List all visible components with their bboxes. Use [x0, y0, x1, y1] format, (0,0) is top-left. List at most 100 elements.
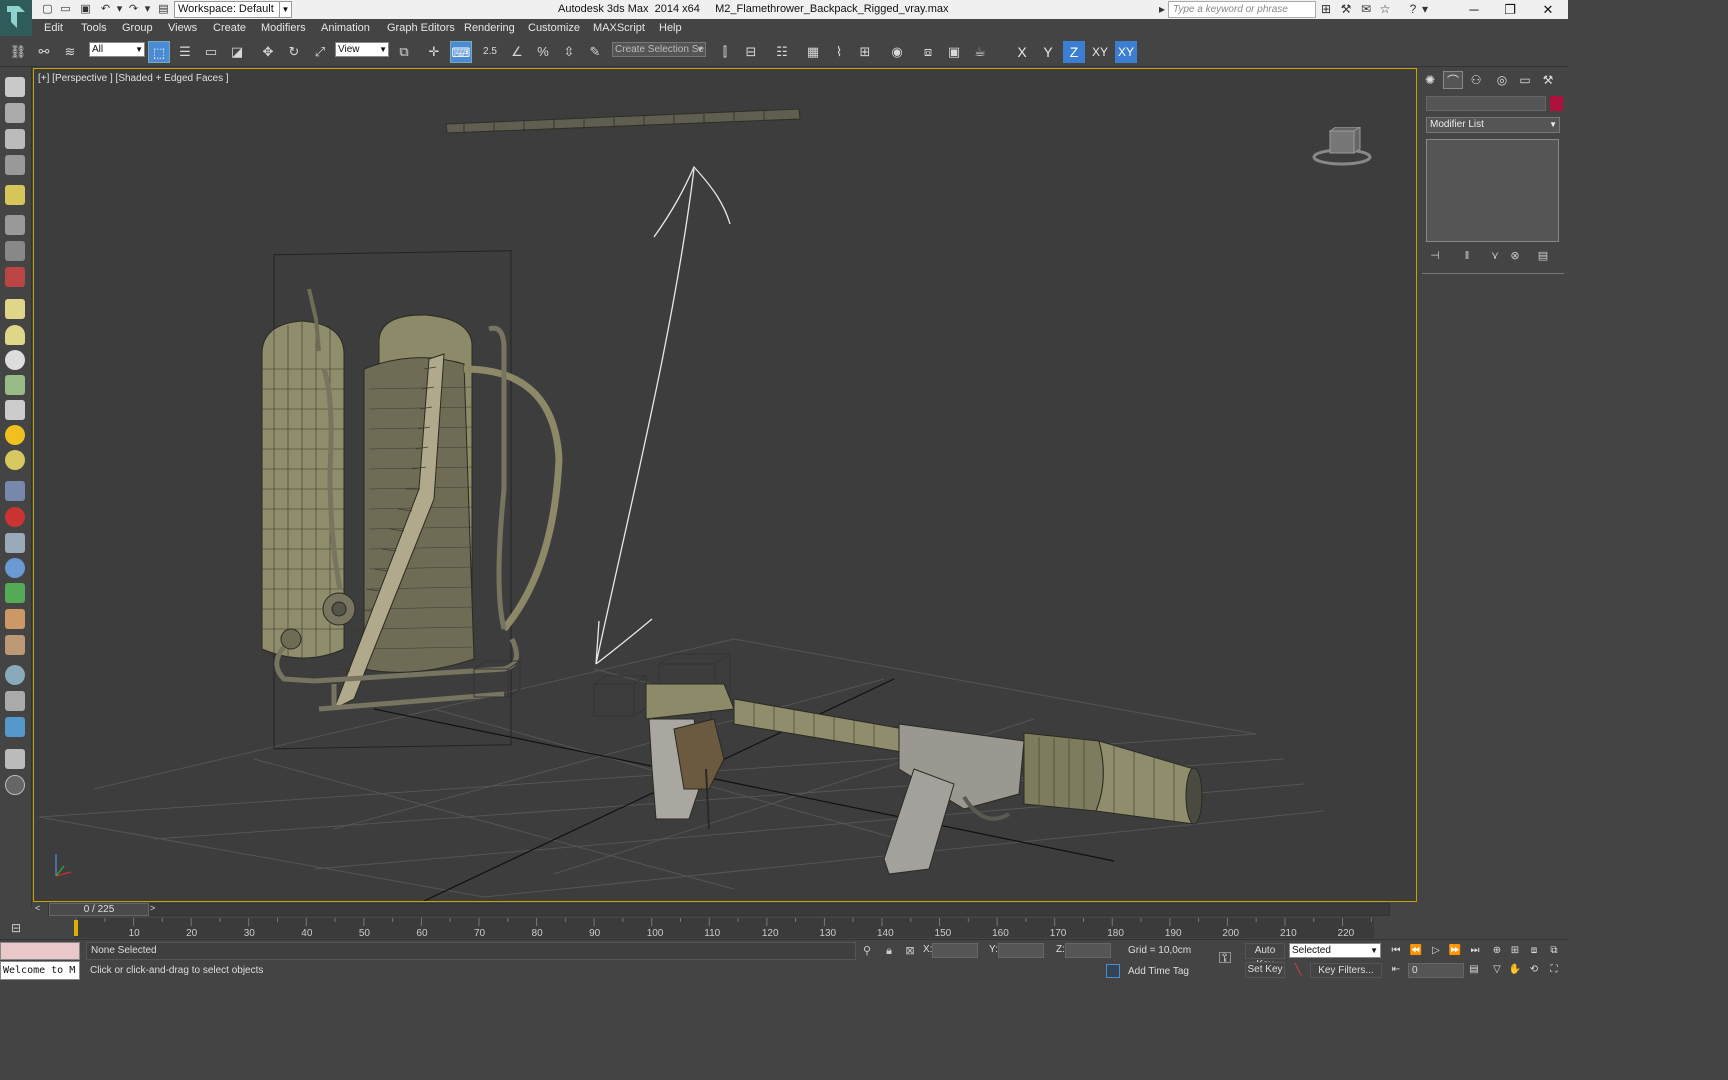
omni-light-icon[interactable] — [5, 375, 25, 395]
pivot-point-center-icon[interactable]: ⧉ — [393, 41, 415, 63]
select-by-name-icon[interactable]: ☰ — [174, 41, 196, 63]
viewport-label[interactable]: [+] [Perspective ] [Shaded + Edged Faces… — [38, 73, 229, 84]
document-icon[interactable] — [5, 129, 25, 149]
menu-maxscript[interactable]: MAXScript — [593, 21, 645, 35]
close-button[interactable]: ✕ — [1530, 0, 1566, 19]
align-icon[interactable]: ⊟ — [740, 41, 762, 63]
menu-views[interactable]: Views — [168, 21, 197, 35]
unlink-selection-icon[interactable]: ⚯ — [33, 41, 55, 63]
key-mode-toggle-icon[interactable]: ⇤ — [1388, 962, 1404, 978]
menu-tools[interactable]: Tools — [81, 21, 107, 35]
help-icon[interactable]: ? — [1405, 2, 1421, 17]
teapot-icon[interactable] — [5, 77, 25, 97]
binoculars-icon[interactable]: ⊞ — [1318, 2, 1334, 17]
material-sphere-icon[interactable] — [5, 665, 25, 685]
named-selection-set-dropdown[interactable]: Create Selection Se ▼ — [612, 42, 706, 57]
menu-animation[interactable]: Animation — [321, 21, 370, 35]
search-input[interactable]: Type a keyword or phrase — [1168, 1, 1316, 18]
time-slider[interactable]: < 0 / 225 > — [32, 902, 1418, 917]
schematic-view-icon[interactable]: ⊞ — [854, 41, 876, 63]
plane-primitive-icon[interactable] — [5, 299, 25, 319]
menu-rendering[interactable]: Rendering — [464, 21, 515, 35]
menu-graph-editors[interactable]: Graph Editors — [387, 21, 455, 35]
sound-icon[interactable] — [5, 241, 25, 261]
field-of-view-icon[interactable]: ▽ — [1489, 962, 1505, 978]
configure-modifier-sets-icon[interactable]: ▤ — [1536, 249, 1550, 263]
make-unique-icon[interactable]: ⋎ — [1488, 249, 1502, 263]
next-frame-arrow-icon[interactable]: > — [150, 903, 155, 913]
maxscript-mini-listener[interactable] — [0, 942, 80, 960]
render-window-icon[interactable] — [5, 103, 25, 123]
select-object-icon[interactable]: ⬚ — [148, 41, 170, 63]
vray-frame-buffer-icon[interactable] — [5, 717, 25, 737]
edit-named-selection-icon[interactable]: ✎ — [584, 41, 606, 63]
go-to-end-icon[interactable]: ⏭ — [1467, 943, 1483, 959]
time-slider-thumb[interactable]: 0 / 225 — [49, 903, 149, 916]
plant-icon[interactable] — [5, 583, 25, 603]
expand-search-icon[interactable]: ▸ — [1158, 2, 1166, 17]
subscription-icon[interactable]: ⚒ — [1338, 2, 1354, 17]
undo-icon[interactable]: ↶ — [98, 2, 113, 16]
set-key-button[interactable]: Set Key — [1245, 962, 1285, 978]
render-production-icon[interactable]: ☕ — [969, 41, 991, 63]
zoom-icon[interactable]: ⊕ — [1489, 943, 1505, 959]
minimize-button[interactable]: ─ — [1456, 0, 1492, 19]
motion-tab-icon[interactable]: ◎ — [1492, 71, 1512, 89]
add-time-tag-button[interactable]: Add Time Tag — [1128, 966, 1189, 977]
keyboard-shortcut-override-icon[interactable]: ⌨ — [450, 41, 472, 63]
previous-key-icon[interactable]: ⏪ — [1408, 943, 1424, 959]
favorites-star-icon[interactable]: ☆ — [1377, 2, 1393, 17]
render-setup-icon[interactable]: ⧈ — [917, 41, 939, 63]
mirror-icon[interactable]: ⫿ — [714, 41, 736, 63]
orbit-icon[interactable]: ⟲ — [1526, 962, 1542, 978]
selection-lock-icon[interactable]: 🔒︎ — [882, 944, 896, 958]
y-coordinate-field[interactable] — [998, 943, 1044, 958]
track-bar[interactable]: 10 20 30 40 50 60 70 80 90 100 110 120 130 140 150 160 1… — [32, 917, 1418, 939]
fur-icon[interactable] — [5, 533, 25, 553]
key-filters-button[interactable]: Key Filters... — [1310, 963, 1382, 978]
pin-stack-icon[interactable]: ⊣ — [1428, 249, 1442, 263]
hf-icon[interactable] — [5, 609, 25, 629]
redo-dropdown-icon[interactable]: ▾ — [140, 2, 155, 16]
mini-curve-editor-icon[interactable]: ⊟ — [0, 917, 32, 939]
modifier-list-dropdown[interactable]: Modifier List ▼ — [1426, 117, 1560, 133]
x-coordinate-field[interactable] — [932, 943, 978, 958]
restrict-xy-button[interactable]: XY — [1089, 41, 1111, 63]
restrict-plane-cycle-button[interactable]: XY — [1115, 41, 1137, 63]
menu-help[interactable]: Help — [659, 21, 682, 35]
angle-snap-icon[interactable]: ∠ — [506, 41, 528, 63]
absolute-mode-transform-icon[interactable]: ⊠ — [903, 944, 917, 958]
object-name-field[interactable] — [1426, 96, 1546, 111]
app-logo-icon[interactable] — [0, 0, 32, 36]
isolate-selection-icon[interactable]: ⚲ — [860, 944, 874, 958]
zoom-all-icon[interactable]: ⊞ — [1507, 943, 1523, 959]
auto-key-button[interactable]: Auto Key — [1245, 943, 1285, 970]
show-end-result-icon[interactable]: ‖ — [1460, 249, 1474, 263]
sphere-icon[interactable] — [5, 350, 25, 370]
export-icon[interactable] — [5, 691, 25, 711]
menu-modifiers[interactable]: Modifiers — [261, 21, 306, 35]
object-color-swatch[interactable] — [1550, 96, 1563, 111]
bind-to-space-warp-icon[interactable]: ≋ — [59, 41, 81, 63]
modifier-stack[interactable] — [1426, 139, 1559, 242]
help-dropdown-icon[interactable]: ▾ — [1420, 2, 1430, 17]
dome-light-icon[interactable] — [5, 325, 25, 345]
z-coordinate-field[interactable] — [1065, 943, 1111, 958]
particle-icon[interactable] — [5, 507, 25, 527]
redo-icon[interactable]: ↷ — [126, 2, 141, 16]
rectangular-selection-icon[interactable]: ▭ — [200, 41, 222, 63]
menu-group[interactable]: Group — [122, 21, 153, 35]
spinner-snap-icon[interactable]: ⇳ — [558, 41, 580, 63]
create-tab-icon[interactable]: ✺ — [1420, 71, 1440, 89]
default-tangent-icon[interactable]: ╲ — [1291, 963, 1305, 977]
perspective-viewport[interactable]: [+] [Perspective ] [Shaded + Edged Faces… — [33, 68, 1417, 902]
previous-frame-arrow-icon[interactable]: < — [35, 903, 40, 913]
save-file-icon[interactable]: ▣ — [78, 2, 93, 16]
scene-render[interactable] — [34, 69, 1417, 902]
viewcube-icon[interactable] — [1312, 127, 1372, 167]
window-crossing-icon[interactable]: ◪ — [226, 41, 248, 63]
hair-icon[interactable] — [5, 481, 25, 501]
project-folder-icon[interactable]: ▤ — [156, 2, 171, 16]
cone-icon[interactable] — [5, 400, 25, 420]
play-icon[interactable]: ▷ — [1428, 943, 1444, 959]
